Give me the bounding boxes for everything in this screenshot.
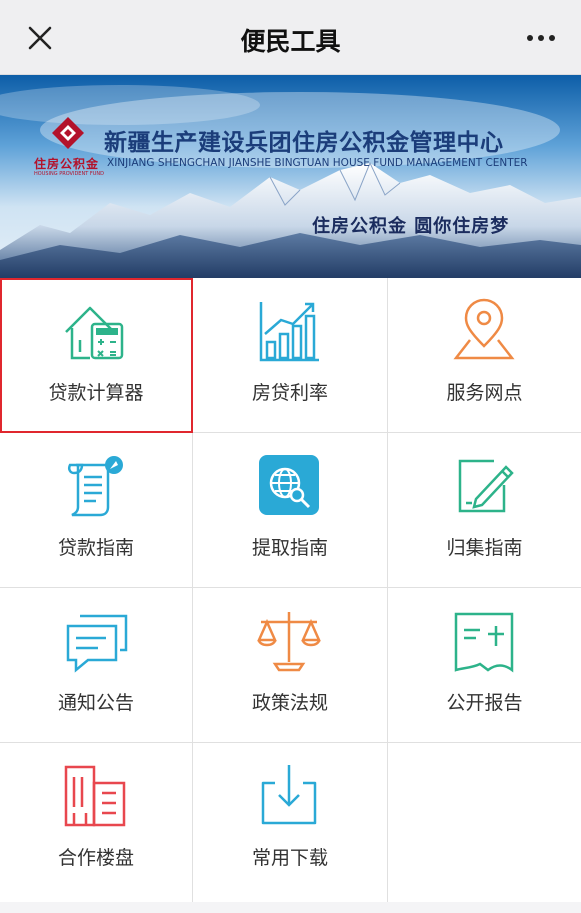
building-icon [64, 765, 126, 827]
rate-chart-icon [259, 302, 319, 362]
tool-notices[interactable]: 通知公告 [0, 588, 193, 743]
tool-label: 常用下载 [251, 847, 328, 869]
org-name-en: XINJIANG SHENGCHAN JIANSHE BINGTUAN HOUS… [107, 157, 528, 169]
empty-cell [388, 743, 581, 902]
tool-label: 公开报告 [446, 692, 523, 714]
tool-public-reports[interactable]: 公开报告 [388, 588, 581, 743]
housing-fund-logo [52, 117, 84, 149]
tool-label: 通知公告 [57, 692, 134, 714]
logo-subtext: HOUSING PROVIDENT FUND [34, 171, 104, 177]
slogan: 住房公积金 圆你住房梦 [312, 216, 510, 237]
report-icon [454, 612, 514, 673]
tool-label: 合作楼盘 [57, 847, 134, 869]
tool-label: 政策法规 [251, 692, 328, 714]
logo-text: 住房公积金 [34, 157, 100, 171]
tool-label: 贷款计算器 [48, 382, 144, 404]
tool-partner-buildings[interactable]: 合作楼盘 [0, 743, 193, 902]
globe-search-icon [259, 455, 319, 515]
more-icon[interactable] [525, 28, 557, 48]
tool-label: 提取指南 [251, 537, 328, 559]
tool-deposit-guide[interactable]: 归集指南 [388, 433, 581, 588]
tool-downloads[interactable]: 常用下载 [193, 743, 388, 902]
message-icon [66, 614, 128, 673]
tool-loan-calculator[interactable]: 贷款计算器 [0, 278, 193, 433]
tool-withdraw-guide[interactable]: 提取指南 [193, 433, 388, 588]
tool-service-outlets[interactable]: 服务网点 [388, 278, 581, 433]
tool-policies[interactable]: 政策法规 [193, 588, 388, 743]
org-name-cn: 新疆生产建设兵团住房公积金管理中心 [104, 130, 504, 156]
loan-calculator-icon [65, 306, 124, 360]
bottom-strip [0, 902, 581, 913]
tools-grid: 贷款计算器 房贷利率 服务网点 贷款指南 提取指南 归集指南 通知公告 政策法规… [0, 278, 581, 902]
location-pin-icon [453, 298, 515, 360]
tool-label: 房贷利率 [251, 382, 328, 404]
tool-loan-guide[interactable]: 贷款指南 [0, 433, 193, 588]
scales-icon [257, 612, 321, 672]
page-title: 便民工具 [240, 27, 341, 56]
tool-label: 服务网点 [446, 382, 523, 404]
tool-label: 归集指南 [446, 537, 523, 559]
tool-label: 贷款指南 [57, 537, 134, 559]
top-bar: 便民工具 [0, 0, 581, 75]
loan-guide-icon [67, 456, 123, 517]
banner: 住房公积金 HOUSING PROVIDENT FUND 新疆生产建设兵团住房公… [0, 75, 581, 278]
tool-loan-rate[interactable]: 房贷利率 [193, 278, 388, 433]
edit-document-icon [458, 459, 514, 513]
download-icon [261, 765, 317, 825]
